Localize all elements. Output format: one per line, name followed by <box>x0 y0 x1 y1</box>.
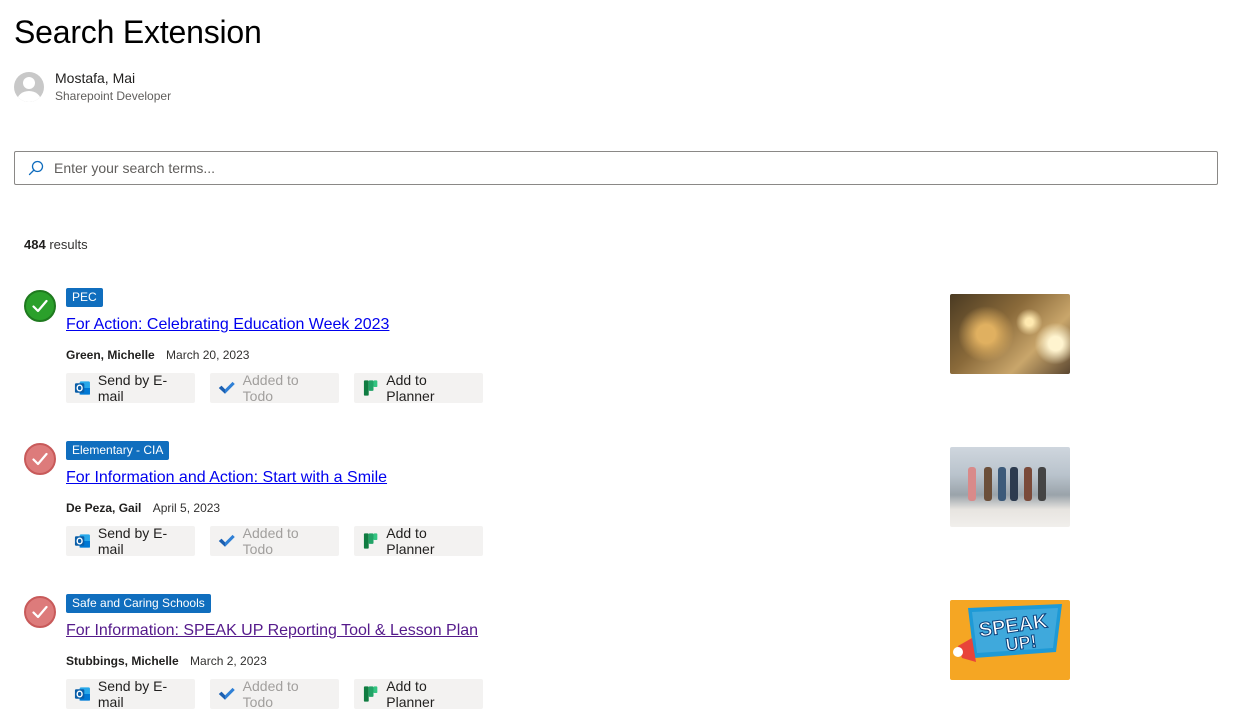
result-author: Green, Michelle <box>66 348 155 362</box>
planner-icon <box>363 380 378 396</box>
result-meta: De Peza, Gail April 5, 2023 <box>66 501 220 515</box>
search-box[interactable] <box>14 151 1218 185</box>
added-to-todo-button[interactable]: Added to Todo <box>210 678 339 710</box>
added-to-todo-label: Added to Todo <box>242 678 299 710</box>
user-name: Mostafa, Mai <box>55 70 136 86</box>
status-check-icon[interactable] <box>24 290 56 322</box>
category-tag[interactable]: Safe and Caring Schools <box>66 594 211 613</box>
todo-check-icon <box>218 381 235 394</box>
status-check-icon[interactable] <box>24 443 56 475</box>
avatar <box>14 72 44 102</box>
add-to-planner-label: Add to Planner <box>386 372 435 404</box>
result-actions: Send by E-mail Added to Todo Add to Plan… <box>66 678 498 710</box>
result-author: Stubbings, Michelle <box>66 654 179 668</box>
added-to-todo-button[interactable]: Added to Todo <box>210 372 339 404</box>
send-email-button[interactable]: Send by E-mail <box>66 678 195 710</box>
user-persona: Mostafa, Mai Sharepoint Developer <box>14 70 171 104</box>
result-meta: Green, Michelle March 20, 2023 <box>66 348 249 362</box>
add-to-planner-button[interactable]: Add to Planner <box>354 678 483 710</box>
result-meta: Stubbings, Michelle March 2, 2023 <box>66 654 267 668</box>
result-date: March 2, 2023 <box>190 654 267 668</box>
category-tag[interactable]: Elementary - CIA <box>66 441 170 460</box>
user-role: Sharepoint Developer <box>55 89 172 103</box>
svg-text:UP!: UP! <box>1004 631 1037 655</box>
add-to-planner-label: Add to Planner <box>386 678 435 710</box>
result-title-link[interactable]: For Action: Celebrating Education Week 2… <box>66 316 389 334</box>
send-email-button[interactable]: Send by E-mail <box>66 372 195 404</box>
send-email-label: Send by E-mail <box>97 372 168 404</box>
outlook-icon <box>74 687 90 701</box>
result-item: Elementary - CIA For Information and Act… <box>0 441 1233 561</box>
add-to-planner-button[interactable]: Add to Planner <box>354 525 483 557</box>
todo-check-icon <box>218 534 235 547</box>
planner-icon <box>363 686 378 702</box>
result-title-link[interactable]: For Information: SPEAK UP Reporting Tool… <box>66 622 478 640</box>
added-to-todo-label: Added to Todo <box>242 525 299 557</box>
result-count: 484 results <box>24 237 88 252</box>
result-date: April 5, 2023 <box>152 501 221 515</box>
send-email-label: Send by E-mail <box>97 525 168 557</box>
added-to-todo-button[interactable]: Added to Todo <box>210 525 339 557</box>
speak-up-graphic: SPEAK UP! <box>953 604 1062 662</box>
send-email-label: Send by E-mail <box>97 678 168 710</box>
add-to-planner-label: Add to Planner <box>386 525 435 557</box>
result-actions: Send by E-mail Added to Todo Add to Plan… <box>66 525 498 557</box>
add-to-planner-button[interactable]: Add to Planner <box>354 372 483 404</box>
category-tag[interactable]: PEC <box>66 288 103 307</box>
result-item: Safe and Caring Schools For Information:… <box>0 594 1233 714</box>
result-actions: Send by E-mail Added to Todo Add to Plan… <box>66 372 498 404</box>
result-count-number: 484 <box>24 237 46 252</box>
added-to-todo-label: Added to Todo <box>242 372 299 404</box>
search-icon <box>28 160 44 176</box>
result-thumbnail[interactable] <box>950 447 1070 527</box>
outlook-icon <box>74 381 90 395</box>
planner-icon <box>363 533 378 549</box>
status-check-icon[interactable] <box>24 596 56 628</box>
result-item: PEC For Action: Celebrating Education We… <box>0 288 1233 408</box>
page-title: Search Extension <box>14 14 262 50</box>
send-email-button[interactable]: Send by E-mail <box>66 525 195 557</box>
result-thumbnail[interactable] <box>950 294 1070 374</box>
result-author: De Peza, Gail <box>66 501 142 515</box>
result-title-link[interactable]: For Information and Action: Start with a… <box>66 469 387 487</box>
search-input[interactable] <box>52 159 1217 177</box>
result-thumbnail[interactable]: SPEAK UP! <box>950 600 1070 680</box>
outlook-icon <box>74 534 90 548</box>
result-date: March 20, 2023 <box>166 348 250 362</box>
result-count-label: results <box>49 237 88 252</box>
todo-check-icon <box>218 687 235 700</box>
